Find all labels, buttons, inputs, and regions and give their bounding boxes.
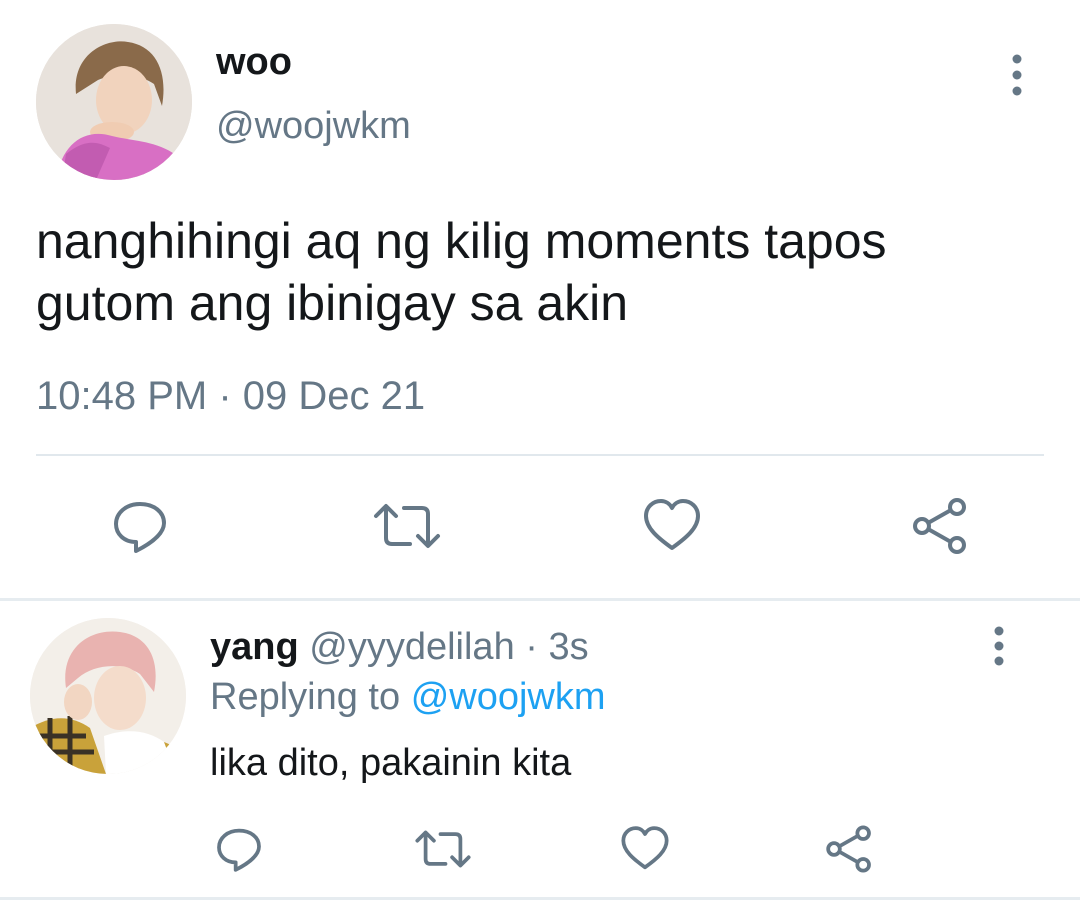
tweet-timestamp: 10:48 PM · 09 Dec 21 [36,374,426,418]
retweet-icon[interactable] [372,496,440,556]
avatar[interactable] [36,24,192,180]
reply-icon[interactable] [214,824,264,874]
reply-text: lika dito, pakainin kita [210,742,572,784]
avatar[interactable] [30,618,186,774]
tweet-detail-screen: woo @woojwkm nanghihingi aq ng kilig mom… [0,0,1080,900]
more-vertical-icon[interactable] [1000,52,1034,98]
divider [0,598,1080,601]
reply-author-handle[interactable]: @yyydelilah [309,626,514,668]
reply-header: yang @yyydelilah · 3s [210,624,589,670]
like-icon[interactable] [620,824,670,874]
reply-author-name[interactable]: yang [210,626,299,668]
retweet-icon[interactable] [414,824,471,874]
tweet-text: nanghihingi aq ng kilig moments tapos gu… [36,213,887,331]
mention-link[interactable]: @woojwkm [411,676,606,718]
more-vertical-icon[interactable] [982,626,1016,666]
share-icon[interactable] [824,824,874,874]
separator-dot: · [525,626,538,668]
author-handle[interactable]: @woojwkm [216,104,411,148]
reply-time: 3s [548,626,589,668]
reply-icon[interactable] [110,496,170,556]
replying-to-label: Replying to [210,676,401,718]
share-icon[interactable] [910,496,970,556]
divider [36,454,1044,456]
author-name[interactable]: woo [216,40,292,84]
replying-to: Replying to @woojwkm [210,674,606,720]
like-icon[interactable] [642,496,702,556]
